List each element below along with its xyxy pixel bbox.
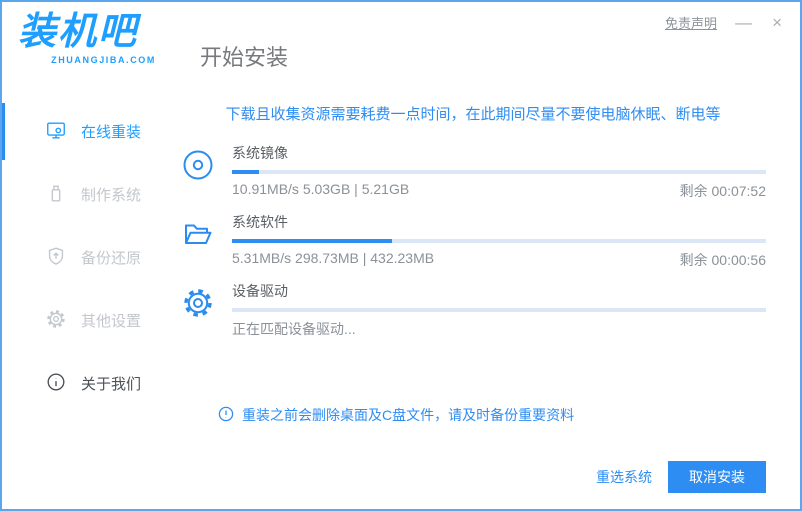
disclaimer-link[interactable]: 免责声明 [665, 13, 717, 32]
page-title: 开始安装 [200, 45, 289, 70]
footer-actions: 重选系统 取消安装 [180, 461, 766, 493]
sidebar-item-make-system[interactable]: 制作系统 [2, 163, 164, 226]
info-circle-icon [45, 371, 67, 397]
task-row-system-software: 系统软件 5.31MB/s 298.73MB | 432.23MB 剩余 00:… [180, 212, 766, 270]
task-name: 系统软件 [232, 214, 288, 230]
gear-icon [180, 286, 216, 339]
settings-gear-icon [45, 308, 67, 334]
progress-bar [232, 170, 766, 174]
app-logo: 装机吧 ZHUANGJIBA.COM [2, 2, 162, 88]
header: 装机吧 ZHUANGJIBA.COM 开始安装 免责声明 — × [2, 2, 800, 88]
sidebar-item-about-us[interactable]: 关于我们 [2, 352, 164, 415]
reselect-system-button[interactable]: 重选系统 [596, 467, 652, 487]
backup-warning: 重装之前会删除桌面及C盘文件，请及时备份重要资料 [218, 405, 766, 425]
task-name: 系统镜像 [232, 145, 288, 161]
task-detail: 5.31MB/s 298.73MB | 432.23MB [232, 250, 435, 266]
logo-text: 装机吧 [18, 11, 139, 53]
sidebar-item-backup-restore[interactable]: 备份还原 [2, 226, 164, 289]
progress-bar [232, 239, 766, 243]
sidebar-item-other-settings[interactable]: 其他设置 [2, 289, 164, 352]
usb-drive-icon [45, 182, 67, 208]
monitor-reinstall-icon [45, 119, 67, 145]
task-detail: 10.91MB/s 5.03GB | 5.21GB [232, 181, 410, 197]
progress-fill [232, 239, 393, 243]
sidebar-item-label: 在线重装 [81, 124, 142, 141]
main-panel: 下载且收集资源需要耗费一点时间，在此期间尽量不要使电脑休眠、断电等 系统镜像 1… [164, 88, 800, 509]
task-remaining: 剩余 00:07:52 [679, 183, 766, 199]
disc-icon [180, 148, 216, 201]
minimize-button[interactable]: — [733, 12, 754, 33]
task-row-device-driver: 设备驱动 正在匹配设备驱动... [180, 281, 766, 339]
task-row-system-image: 系统镜像 10.91MB/s 5.03GB | 5.21GB 剩余 00:07:… [180, 143, 766, 201]
sidebar-item-label: 备份还原 [81, 250, 142, 267]
task-name: 设备驱动 [232, 283, 288, 299]
sidebar-item-label: 制作系统 [81, 187, 142, 204]
exclamation-circle-icon [218, 406, 234, 425]
sidebar-item-label: 其他设置 [81, 313, 142, 330]
sidebar-item-label: 关于我们 [81, 376, 142, 393]
download-notice: 下载且收集资源需要耗费一点时间，在此期间尽量不要使电脑休眠、断电等 [225, 106, 721, 123]
progress-bar [232, 308, 766, 312]
backup-shield-icon [45, 245, 67, 271]
progress-fill [232, 170, 259, 174]
body: 在线重装 制作系统 备份还原 其他设置 关于我们 下载且收集资源需要耗费一点时间… [2, 88, 800, 509]
app-window: 装机吧 ZHUANGJIBA.COM 开始安装 免责声明 — × 在线重装 制作… [0, 0, 802, 511]
logo-domain: ZHUANGJIBA.COM [51, 54, 156, 65]
folder-icon [180, 217, 216, 270]
cancel-install-button[interactable]: 取消安装 [668, 461, 766, 493]
sidebar-item-online-reinstall[interactable]: 在线重装 [2, 100, 164, 163]
titlebar-actions: 免责声明 — × [665, 2, 800, 33]
close-button[interactable]: × [770, 12, 784, 33]
task-detail: 正在匹配设备驱动... [232, 321, 356, 337]
backup-warning-text: 重装之前会删除桌面及C盘文件，请及时备份重要资料 [242, 407, 575, 423]
task-remaining: 剩余 00:00:56 [679, 252, 766, 268]
sidebar: 在线重装 制作系统 备份还原 其他设置 关于我们 [2, 88, 164, 509]
